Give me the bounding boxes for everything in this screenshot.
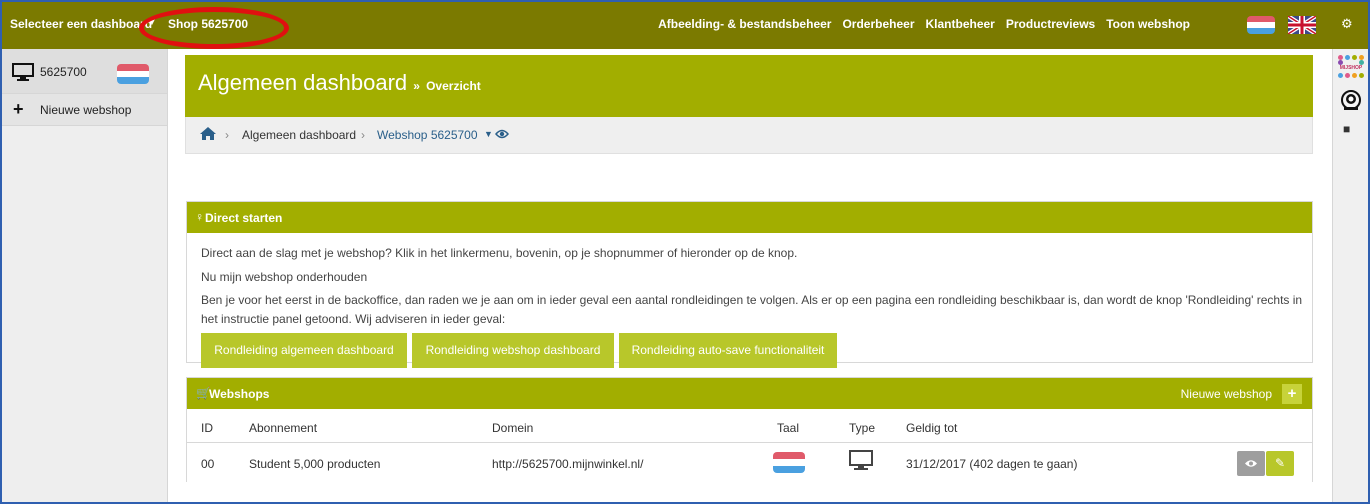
sidebar-new-webshop-label: Nieuwe webshop — [40, 103, 132, 117]
home-icon[interactable] — [199, 126, 217, 141]
page-title-separator: » — [413, 79, 420, 93]
nav-product-reviews[interactable]: Productreviews — [1006, 17, 1095, 31]
select-dashboard-dropdown[interactable]: Selecteer een dashboard — [10, 17, 152, 31]
col-header-subscription: Abonnement — [249, 421, 318, 435]
tour-webshop-dashboard-button[interactable]: Rondleiding webshop dashboard — [412, 333, 614, 368]
add-webshop-button[interactable]: + — [1282, 384, 1302, 404]
settings-cogs-icon[interactable]: ⚙ — [1341, 16, 1353, 32]
breadcrumb-item-dashboard[interactable]: Algemeen dashboard — [242, 128, 356, 142]
webshops-header: 🛒 Webshops Nieuwe webshop + — [187, 378, 1312, 409]
book-icon[interactable]: ■ — [1343, 122, 1350, 136]
nav-customer-management[interactable]: Klantbeheer — [926, 17, 995, 31]
pencil-icon: ✎ — [1274, 456, 1286, 470]
mijnshop-logo[interactable]: MIJSHOP — [1338, 55, 1364, 81]
breadcrumb: › Algemeen dashboard › Webshop 5625700 ▼ — [185, 117, 1313, 154]
right-sidebar: MIJSHOP ■ — [1332, 49, 1368, 502]
sidebar-item-shop[interactable]: 5625700 — [2, 49, 167, 94]
caret-down-icon[interactable]: ▼ — [484, 129, 493, 139]
sidebar-shop-label: 5625700 — [40, 65, 87, 79]
top-nav: Afbeelding- & bestandsbeheer Orderbeheer… — [658, 17, 1190, 31]
view-webshop-button[interactable] — [1237, 451, 1265, 476]
lightbulb-icon: ♀ — [195, 210, 204, 224]
col-header-domain: Domein — [492, 421, 534, 435]
page-subtitle: Overzicht — [426, 79, 481, 93]
monitor-icon — [849, 450, 873, 470]
dutch-flag-icon[interactable] — [1247, 16, 1275, 34]
tour-advice-text: Ben je voor het eerst in de backoffice, … — [201, 293, 1303, 307]
maintenance-text: Nu mijn webshop onderhouden — [201, 270, 368, 284]
dutch-flag-icon — [117, 64, 149, 84]
left-sidebar: 5625700 + Nieuwe webshop — [2, 49, 168, 502]
col-header-id: ID — [201, 421, 213, 435]
row-valid-until: 31/12/2017 (402 dagen te gaan) — [906, 457, 1078, 471]
breadcrumb-separator-icon: › — [361, 128, 365, 142]
breadcrumb-separator-icon: › — [225, 128, 229, 142]
red-highlight-ellipse — [139, 7, 289, 49]
mascot-icon[interactable] — [1340, 89, 1362, 111]
row-id: 00 — [201, 457, 215, 471]
breadcrumb-item-webshop[interactable]: Webshop 5625700 — [377, 128, 478, 142]
uk-flag-icon[interactable] — [1288, 16, 1316, 34]
col-header-language: Taal — [777, 421, 800, 435]
direct-start-panel: ♀ Direct starten Direct aan de slag met … — [186, 201, 1313, 368]
tour-autosave-button[interactable]: Rondleiding auto-save functionaliteit — [619, 333, 837, 368]
direct-start-header: ♀ Direct starten — [187, 202, 1312, 233]
table-header-divider — [187, 442, 1312, 443]
nav-order-management[interactable]: Orderbeheer — [842, 17, 914, 31]
direct-start-title: Direct starten — [205, 211, 283, 225]
dutch-flag-icon — [773, 452, 805, 473]
tour-advice-text-2: het instructie panel getoond. Wij advise… — [201, 312, 506, 326]
monitor-icon — [12, 63, 34, 81]
intro-text: Direct aan de slag met je webshop? Klik … — [201, 246, 798, 260]
nav-show-webshop[interactable]: Toon webshop — [1106, 17, 1190, 31]
col-header-valid-until: Geldig tot — [906, 421, 958, 435]
new-webshop-link[interactable]: Nieuwe webshop — [1181, 387, 1272, 401]
eye-icon[interactable] — [495, 128, 509, 140]
top-bar: Selecteer een dashboard ▼ Shop 5625700 A… — [2, 2, 1368, 49]
page-title: Algemeen dashboard » Overzicht — [198, 70, 481, 96]
edit-webshop-button[interactable]: ✎ — [1266, 451, 1294, 476]
tour-general-dashboard-button[interactable]: Rondleiding algemeen dashboard — [201, 333, 407, 368]
webshops-panel: 🛒 Webshops Nieuwe webshop + ID Abonnemen… — [186, 377, 1313, 482]
page-header: Algemeen dashboard » Overzicht — [185, 55, 1313, 117]
row-domain[interactable]: http://5625700.mijnwinkel.nl/ — [492, 457, 643, 471]
page-title-text: Algemeen dashboard — [198, 70, 408, 95]
row-subscription: Student 5,000 producten — [249, 457, 381, 471]
col-header-type: Type — [849, 421, 876, 435]
plus-icon: + — [13, 99, 24, 119]
main-content: Algemeen dashboard » Overzicht › Algemee… — [169, 49, 1332, 502]
nav-image-file-management[interactable]: Afbeelding- & bestandsbeheer — [658, 17, 831, 31]
sidebar-item-new-webshop[interactable]: + Nieuwe webshop — [2, 94, 167, 126]
eye-icon — [1245, 460, 1257, 467]
mijnshop-logo-text: MIJSHOP — [1339, 65, 1363, 71]
webshops-title: Webshops — [209, 387, 270, 401]
